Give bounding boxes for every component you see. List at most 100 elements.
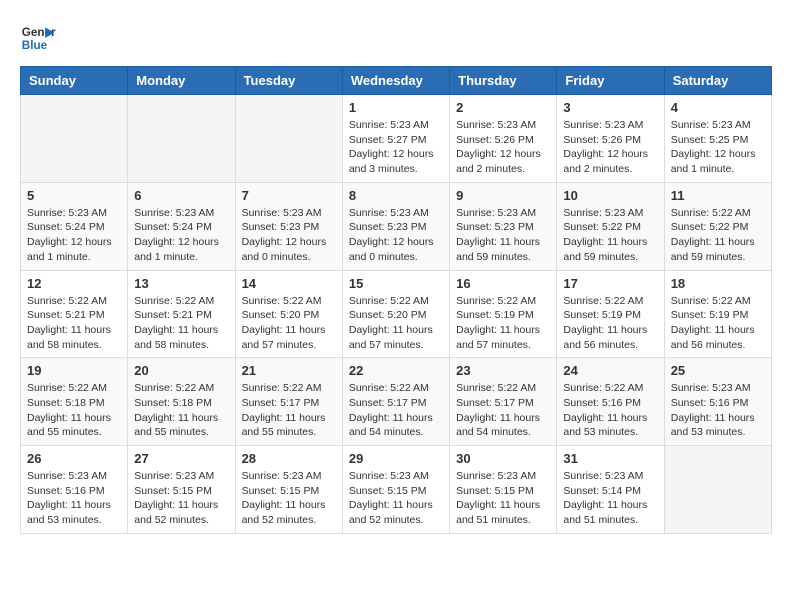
day-info: Sunrise: 5:23 AMSunset: 5:27 PMDaylight:… [349,118,443,177]
day-info: Sunrise: 5:22 AMSunset: 5:17 PMDaylight:… [456,381,550,440]
weekday-header-friday: Friday [557,67,664,95]
logo: General Blue [20,20,56,56]
day-info: Sunrise: 5:23 AMSunset: 5:15 PMDaylight:… [456,469,550,528]
day-number: 9 [456,188,550,203]
calendar-week-3: 12 Sunrise: 5:22 AMSunset: 5:21 PMDayligh… [21,270,772,358]
day-number: 30 [456,451,550,466]
day-number: 31 [563,451,657,466]
calendar-week-1: 1Sunrise: 5:23 AMSunset: 5:27 PMDaylight… [21,95,772,183]
weekday-header-row: SundayMondayTuesdayWednesdayThursdayFrid… [21,67,772,95]
day-info: Sunrise: 5:22 AMSunset: 5:19 PMDaylight:… [671,294,765,353]
calendar-cell: 3 Sunrise: 5:23 AMSunset: 5:26 PMDaylight… [557,95,664,183]
day-info: Sunrise: 5:23 AMSunset: 5:25 PMDaylight:… [671,118,765,177]
calendar-cell: 20 Sunrise: 5:22 AMSunset: 5:18 PMDayligh… [128,358,235,446]
day-info: Sunrise: 5:23 AMSunset: 5:15 PMDaylight:… [242,469,336,528]
calendar-cell [664,446,771,534]
day-info: Sunrise: 5:22 AMSunset: 5:19 PMDaylight:… [456,294,550,353]
day-info: Sunrise: 5:22 AMSunset: 5:18 PMDaylight:… [27,381,121,440]
day-number: 15 [349,276,443,291]
weekday-header-wednesday: Wednesday [342,67,449,95]
calendar-week-2: 5Sunrise: 5:23 AMSunset: 5:24 PMDaylight… [21,182,772,270]
calendar-cell: 6 Sunrise: 5:23 AMSunset: 5:24 PMDaylight… [128,182,235,270]
day-info: Sunrise: 5:23 AMSunset: 5:15 PMDaylight:… [349,469,443,528]
svg-text:Blue: Blue [22,39,48,52]
day-info: Sunrise: 5:22 AMSunset: 5:18 PMDaylight:… [134,381,228,440]
day-info: Sunrise: 5:23 AMSunset: 5:24 PMDaylight:… [134,206,228,265]
calendar-cell: 5Sunrise: 5:23 AMSunset: 5:24 PMDaylight… [21,182,128,270]
calendar-cell: 30 Sunrise: 5:23 AMSunset: 5:15 PMDayligh… [450,446,557,534]
day-info: Sunrise: 5:23 AMSunset: 5:26 PMDaylight:… [563,118,657,177]
calendar-cell [21,95,128,183]
day-info: Sunrise: 5:23 AMSunset: 5:15 PMDaylight:… [134,469,228,528]
calendar-week-5: 26 Sunrise: 5:23 AMSunset: 5:16 PMDayligh… [21,446,772,534]
day-info: Sunrise: 5:22 AMSunset: 5:20 PMDaylight:… [242,294,336,353]
day-info: Sunrise: 5:22 AMSunset: 5:22 PMDaylight:… [671,206,765,265]
day-number: 28 [242,451,336,466]
day-number: 20 [134,363,228,378]
calendar-cell: 4 Sunrise: 5:23 AMSunset: 5:25 PMDaylight… [664,95,771,183]
day-number: 22 [349,363,443,378]
day-info: Sunrise: 5:23 AMSunset: 5:16 PMDaylight:… [27,469,121,528]
calendar-cell [128,95,235,183]
day-number: 11 [671,188,765,203]
calendar-cell: 24 Sunrise: 5:22 AMSunset: 5:16 PMDayligh… [557,358,664,446]
day-number: 18 [671,276,765,291]
day-number: 23 [456,363,550,378]
day-number: 3 [563,100,657,115]
calendar-cell: 1Sunrise: 5:23 AMSunset: 5:27 PMDaylight… [342,95,449,183]
day-number: 24 [563,363,657,378]
day-number: 21 [242,363,336,378]
calendar-cell: 22 Sunrise: 5:22 AMSunset: 5:17 PMDayligh… [342,358,449,446]
day-info: Sunrise: 5:22 AMSunset: 5:17 PMDaylight:… [349,381,443,440]
weekday-header-saturday: Saturday [664,67,771,95]
day-number: 12 [27,276,121,291]
calendar-cell: 25 Sunrise: 5:23 AMSunset: 5:16 PMDayligh… [664,358,771,446]
day-number: 19 [27,363,121,378]
day-number: 14 [242,276,336,291]
day-number: 25 [671,363,765,378]
calendar-cell: 15 Sunrise: 5:22 AMSunset: 5:20 PMDayligh… [342,270,449,358]
calendar-cell: 8 Sunrise: 5:23 AMSunset: 5:23 PMDaylight… [342,182,449,270]
day-info: Sunrise: 5:22 AMSunset: 5:20 PMDaylight:… [349,294,443,353]
weekday-header-tuesday: Tuesday [235,67,342,95]
day-info: Sunrise: 5:23 AMSunset: 5:22 PMDaylight:… [563,206,657,265]
calendar-cell: 29 Sunrise: 5:23 AMSunset: 5:15 PMDayligh… [342,446,449,534]
weekday-header-monday: Monday [128,67,235,95]
calendar-cell: 31 Sunrise: 5:23 AMSunset: 5:14 PMDayligh… [557,446,664,534]
day-number: 29 [349,451,443,466]
day-info: Sunrise: 5:22 AMSunset: 5:16 PMDaylight:… [563,381,657,440]
day-info: Sunrise: 5:23 AMSunset: 5:23 PMDaylight:… [456,206,550,265]
day-number: 27 [134,451,228,466]
day-number: 8 [349,188,443,203]
calendar-cell: 23 Sunrise: 5:22 AMSunset: 5:17 PMDayligh… [450,358,557,446]
day-number: 2 [456,100,550,115]
day-number: 6 [134,188,228,203]
calendar-cell: 2 Sunrise: 5:23 AMSunset: 5:26 PMDaylight… [450,95,557,183]
calendar-cell: 27 Sunrise: 5:23 AMSunset: 5:15 PMDayligh… [128,446,235,534]
logo-icon: General Blue [20,20,56,56]
day-number: 4 [671,100,765,115]
day-info: Sunrise: 5:23 AMSunset: 5:24 PMDaylight:… [27,206,121,265]
calendar-cell: 17 Sunrise: 5:22 AMSunset: 5:19 PMDayligh… [557,270,664,358]
calendar-week-4: 19 Sunrise: 5:22 AMSunset: 5:18 PMDayligh… [21,358,772,446]
calendar-cell: 14 Sunrise: 5:22 AMSunset: 5:20 PMDayligh… [235,270,342,358]
day-info: Sunrise: 5:23 AMSunset: 5:23 PMDaylight:… [242,206,336,265]
day-number: 26 [27,451,121,466]
day-info: Sunrise: 5:22 AMSunset: 5:19 PMDaylight:… [563,294,657,353]
day-number: 16 [456,276,550,291]
day-number: 10 [563,188,657,203]
day-info: Sunrise: 5:23 AMSunset: 5:23 PMDaylight:… [349,206,443,265]
day-info: Sunrise: 5:23 AMSunset: 5:14 PMDaylight:… [563,469,657,528]
calendar-cell: 18 Sunrise: 5:22 AMSunset: 5:19 PMDayligh… [664,270,771,358]
calendar-cell: 10 Sunrise: 5:23 AMSunset: 5:22 PMDayligh… [557,182,664,270]
calendar-cell [235,95,342,183]
day-number: 17 [563,276,657,291]
calendar-cell: 19 Sunrise: 5:22 AMSunset: 5:18 PMDayligh… [21,358,128,446]
day-number: 13 [134,276,228,291]
calendar-cell: 26 Sunrise: 5:23 AMSunset: 5:16 PMDayligh… [21,446,128,534]
day-info: Sunrise: 5:23 AMSunset: 5:26 PMDaylight:… [456,118,550,177]
calendar-cell: 28 Sunrise: 5:23 AMSunset: 5:15 PMDayligh… [235,446,342,534]
day-info: Sunrise: 5:22 AMSunset: 5:21 PMDaylight:… [134,294,228,353]
day-info: Sunrise: 5:23 AMSunset: 5:16 PMDaylight:… [671,381,765,440]
day-info: Sunrise: 5:22 AMSunset: 5:21 PMDaylight:… [27,294,121,353]
